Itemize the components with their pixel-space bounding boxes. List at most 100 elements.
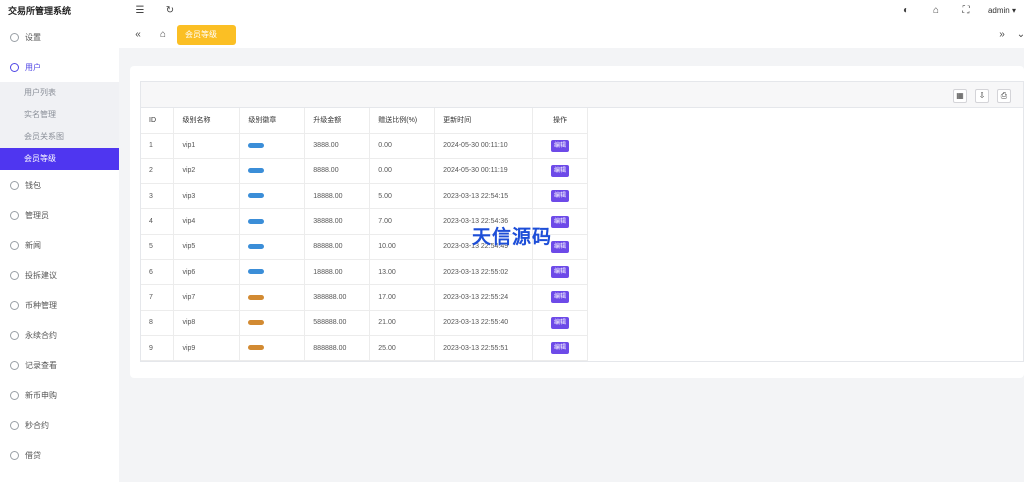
scroll-left-icon[interactable]: « — [133, 30, 143, 40]
cell-name: vip8 — [173, 310, 241, 336]
cell-actions: 编辑 — [532, 284, 588, 311]
sidebar-item-label: 设置 — [25, 32, 41, 42]
export-icon[interactable]: ⇩ — [975, 89, 989, 103]
sidebar-item-second-contract[interactable]: 秒合约 — [0, 410, 119, 440]
edit-button[interactable]: 编辑 — [551, 164, 570, 177]
cell-time: 2023-03-13 22:55:40 — [434, 310, 534, 336]
sidebar-item-ipo[interactable]: 新币申购 — [0, 380, 119, 410]
fullscreen-icon[interactable]: ⛶ — [961, 6, 971, 16]
edit-button[interactable]: 编辑 — [551, 266, 570, 279]
cell-amount: 8888.00 — [304, 158, 371, 185]
cell-amount: 588888.00 — [304, 310, 371, 336]
table-row: 8 vip8 588888.00 21.00 2023-03-13 22:55:40 编辑 — [141, 310, 588, 336]
edit-button[interactable]: 编辑 — [551, 139, 570, 152]
cell-id: 9 — [141, 335, 175, 362]
table-row: 3 vip3 18888.00 5.00 2023-03-13 22:54:15 编辑 — [141, 183, 588, 210]
col-header: 级别名称 — [173, 108, 241, 134]
sidebar-item-label: 币种管理 — [25, 300, 57, 310]
loan-icon — [10, 450, 19, 460]
sidebar-item-label: 借贷 — [25, 450, 41, 460]
col-header: 赠送比例(%) — [369, 108, 436, 134]
wallet-icon — [10, 180, 19, 190]
sidebar-item-coins[interactable]: 币种管理 — [0, 290, 119, 320]
cell-ratio: 0.00 — [369, 133, 436, 159]
sidebar-item-perpetual[interactable]: 永续合约 — [0, 320, 119, 350]
cell-badge — [239, 310, 306, 336]
level-badge-icon — [248, 269, 265, 275]
chevron-down-icon[interactable]: ⌄ — [1016, 30, 1024, 40]
level-badge-icon — [248, 319, 265, 325]
gear-icon — [10, 32, 19, 42]
cell-id: 7 — [141, 284, 175, 311]
submenu-item-user-list[interactable]: 用户列表 — [0, 82, 119, 104]
sidebar-item-feedback[interactable]: 投拆建议 — [0, 260, 119, 290]
app-title: 交易所管理系统 — [8, 6, 72, 16]
cell-badge — [239, 335, 306, 362]
cell-ratio: 13.00 — [369, 259, 436, 286]
columns-icon[interactable]: ▦ — [953, 89, 967, 103]
cell-ratio: 7.00 — [369, 208, 436, 235]
col-header: 升级金额 — [304, 108, 371, 134]
edit-button[interactable]: 编辑 — [551, 291, 570, 304]
sidebar-item-label: 管理员 — [25, 210, 49, 220]
sidebar-item-wallet[interactable]: 钱包 — [0, 170, 119, 200]
coin-icon — [10, 390, 19, 400]
cell-actions: 编辑 — [532, 158, 588, 185]
admin-menu[interactable]: admin ▾ — [988, 6, 1016, 15]
content-card: ▦ ⇩ ⎙ ID 级别名称 级别徽章 升级金额 赠送比例(%) 更新时间 操作 … — [130, 66, 1024, 378]
cell-name: vip3 — [173, 183, 241, 210]
tab-label: 会员等级 — [185, 30, 217, 39]
table-row: 9 vip9 888888.00 25.00 2023-03-13 22:55:51 编辑 — [141, 335, 588, 362]
level-badge-icon — [248, 168, 265, 174]
cell-ratio: 0.00 — [369, 158, 436, 185]
cell-badge — [239, 284, 306, 311]
cell-id: 2 — [141, 158, 175, 185]
home-icon[interactable]: ⌂ — [158, 30, 168, 40]
submenu-item-kyc[interactable]: 实名管理 — [0, 104, 119, 126]
cell-amount: 888888.00 — [304, 335, 371, 362]
col-header: ID — [141, 108, 175, 134]
cell-amount: 18888.00 — [304, 259, 371, 286]
edit-button[interactable]: 编辑 — [551, 342, 570, 355]
member-level-table-container: ▦ ⇩ ⎙ ID 级别名称 级别徽章 升级金额 赠送比例(%) 更新时间 操作 … — [140, 81, 1024, 362]
cell-amount: 88888.00 — [304, 234, 371, 260]
cell-amount: 3888.00 — [304, 133, 371, 159]
cell-time: 2023-03-13 22:55:51 — [434, 335, 534, 362]
tag-icon — [10, 240, 19, 250]
tabs-bar: « ⌂ 会员等级 » ⌄ — [119, 22, 1024, 48]
cell-ratio: 25.00 — [369, 335, 436, 362]
tab-member-level[interactable]: 会员等级 — [177, 25, 236, 45]
cell-ratio: 5.00 — [369, 183, 436, 210]
sidebar-item-label: 钱包 — [25, 180, 41, 190]
cell-actions: 编辑 — [532, 133, 588, 159]
cell-ratio: 21.00 — [369, 310, 436, 336]
theme-icon[interactable]: ◐ — [901, 6, 911, 16]
tag-icon[interactable]: ⌂ — [931, 6, 941, 16]
scroll-right-icon[interactable]: » — [997, 30, 1007, 40]
cell-time: 2024-05-30 00:11:10 — [434, 133, 534, 159]
table-row: 2 vip2 8888.00 0.00 2024-05-30 00:11:19 编辑 — [141, 158, 588, 185]
sidebar-item-loan[interactable]: 借贷 — [0, 440, 119, 470]
edit-button[interactable]: 编辑 — [551, 316, 570, 329]
sidebar-item-records[interactable]: 记录查看 — [0, 350, 119, 380]
level-badge-icon — [248, 142, 265, 148]
menu-fold-icon[interactable]: ☰ — [135, 6, 145, 16]
edit-button[interactable]: 编辑 — [551, 215, 570, 228]
print-icon[interactable]: ⎙ — [997, 89, 1011, 103]
sidebar-item-admin[interactable]: 管理员 — [0, 200, 119, 230]
cell-badge — [239, 234, 306, 260]
submenu-item-relation[interactable]: 会员关系图 — [0, 126, 119, 148]
cell-name: vip9 — [173, 335, 241, 362]
refresh-icon[interactable]: ↻ — [165, 6, 175, 16]
col-header: 操作 — [532, 108, 588, 134]
edit-button[interactable]: 编辑 — [551, 240, 570, 253]
sidebar-item-settings[interactable]: 设置 — [0, 22, 119, 52]
table-header-row: ID 级别名称 级别徽章 升级金额 赠送比例(%) 更新时间 操作 — [141, 108, 588, 134]
sidebar-item-news[interactable]: 新闻 — [0, 230, 119, 260]
cell-name: vip1 — [173, 133, 241, 159]
sidebar-item-users[interactable]: 用户 — [0, 52, 119, 82]
submenu-item-member-level[interactable]: 会员等级 — [0, 148, 119, 170]
table-row: 1 vip1 3888.00 0.00 2024-05-30 00:11:10 编辑 — [141, 133, 588, 159]
edit-button[interactable]: 编辑 — [551, 190, 570, 203]
cell-ratio: 10.00 — [369, 234, 436, 260]
